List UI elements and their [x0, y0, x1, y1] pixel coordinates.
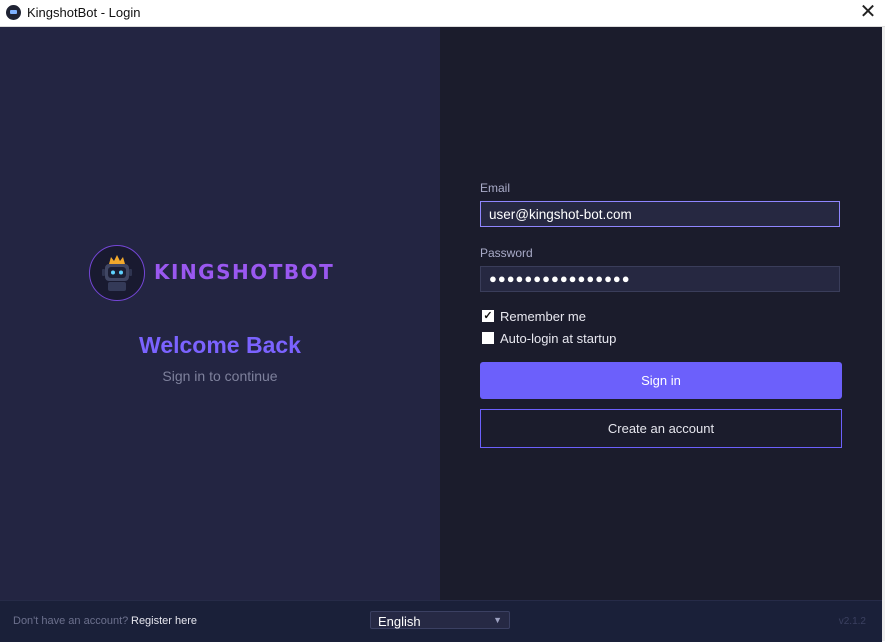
sign-in-button[interactable]: Sign in	[480, 362, 842, 399]
login-panel: Email Password ●●●●●●●●●●●●●●●● ✓ Rememb…	[440, 27, 882, 600]
no-account-text: Don't have an account?	[13, 615, 129, 627]
version-label: v2.1.2	[838, 616, 866, 627]
welcome-heading: Welcome Back	[139, 332, 301, 358]
brand-name: KINGSHOTBOT	[154, 260, 335, 284]
footer-bar: Don't have an account? Register here Eng…	[0, 600, 882, 642]
checkmark-icon: ✓	[483, 310, 493, 322]
language-selected: English	[378, 614, 421, 629]
register-link[interactable]: Register here	[131, 615, 197, 627]
robot-logo-graphic	[102, 255, 132, 291]
window-title: KingshotBot - Login	[27, 5, 141, 20]
auto-login-label: Auto-login at startup	[500, 331, 617, 346]
auto-login-checkbox[interactable]	[482, 332, 494, 344]
remember-me-checkbox[interactable]: ✓	[482, 310, 494, 322]
brand-panel: KINGSHOTBOT Welcome Back Sign in to cont…	[0, 27, 440, 600]
title-bar: KingshotBot - Login ✕	[0, 0, 885, 27]
login-window: KINGSHOTBOT Welcome Back Sign in to cont…	[0, 27, 885, 642]
create-account-button[interactable]: Create an account	[480, 409, 842, 448]
logo: KINGSHOTBOT	[89, 245, 349, 301]
app-icon	[6, 5, 21, 20]
email-field[interactable]	[480, 201, 840, 227]
close-button[interactable]: ✕	[851, 0, 885, 26]
remember-me-label: Remember me	[500, 309, 586, 324]
language-select[interactable]: English ▼	[370, 611, 510, 629]
chevron-down-icon: ▼	[493, 615, 502, 625]
password-label: Password	[480, 246, 533, 260]
email-label: Email	[480, 181, 511, 195]
password-field[interactable]: ●●●●●●●●●●●●●●●●	[480, 266, 840, 292]
close-icon: ✕	[859, 1, 877, 23]
welcome-subtitle: Sign in to continue	[162, 368, 278, 384]
robot-logo-icon	[89, 245, 145, 301]
